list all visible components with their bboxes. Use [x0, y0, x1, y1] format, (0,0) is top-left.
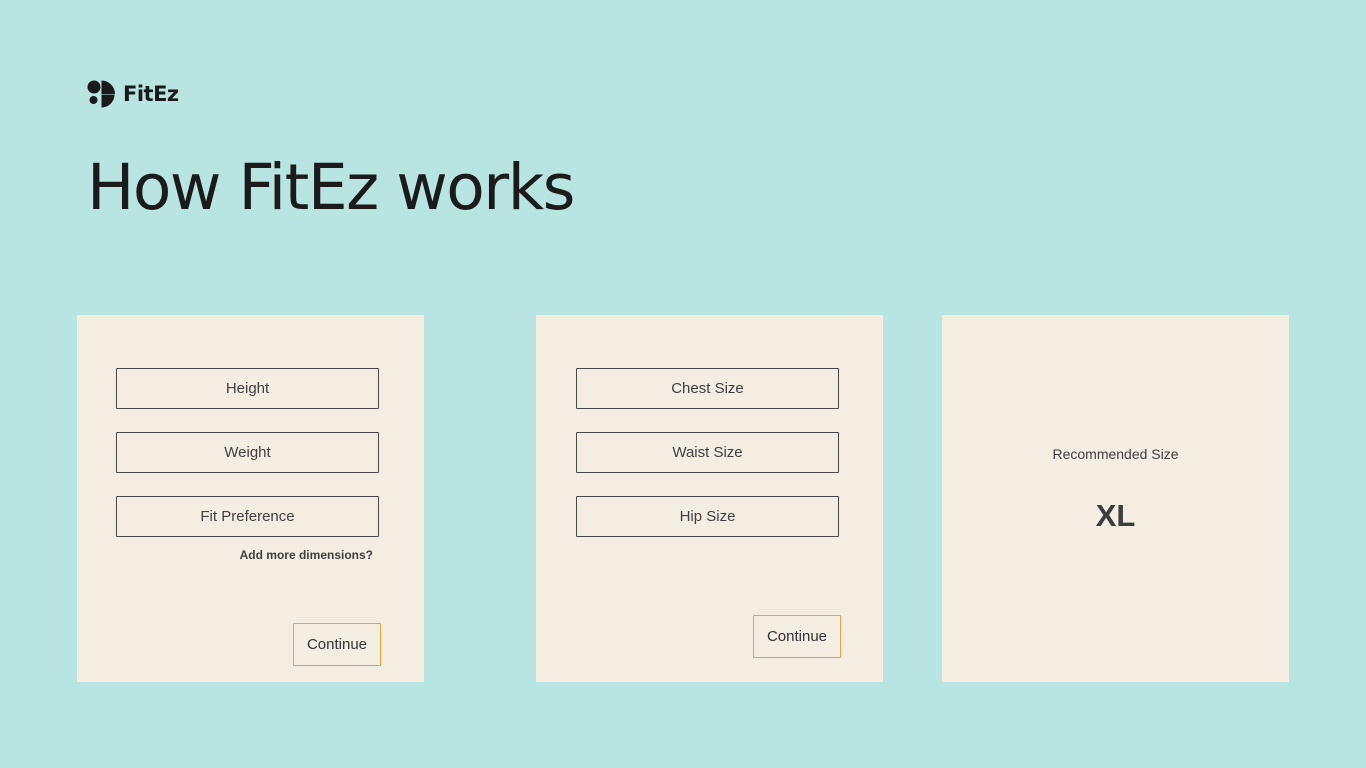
hip-size-field[interactable]: Hip Size [576, 496, 839, 537]
step-card-basic-info: Height Weight Fit Preference Add more di… [77, 315, 424, 682]
recommended-size-label: Recommended Size [1052, 446, 1179, 462]
fit-preference-field[interactable]: Fit Preference [116, 496, 379, 537]
continue-button[interactable]: Continue [753, 615, 841, 658]
fitez-logo-icon [87, 80, 115, 108]
continue-button[interactable]: Continue [293, 623, 381, 666]
brand-name: FitEz [123, 81, 179, 106]
recommended-size-value: XL [1095, 498, 1136, 533]
step-card-body-measurements: Chest Size Waist Size Hip Size Continue [536, 315, 883, 682]
page-title: How FitEz works [87, 151, 576, 224]
brand-logo[interactable]: FitEz [87, 80, 179, 108]
weight-field[interactable]: Weight [116, 432, 379, 473]
add-more-dimensions-link[interactable]: Add more dimensions? [240, 548, 373, 562]
height-field[interactable]: Height [116, 368, 379, 409]
chest-size-field[interactable]: Chest Size [576, 368, 839, 409]
step-card-recommendation: Recommended Size XL [942, 315, 1289, 682]
waist-size-field[interactable]: Waist Size [576, 432, 839, 473]
